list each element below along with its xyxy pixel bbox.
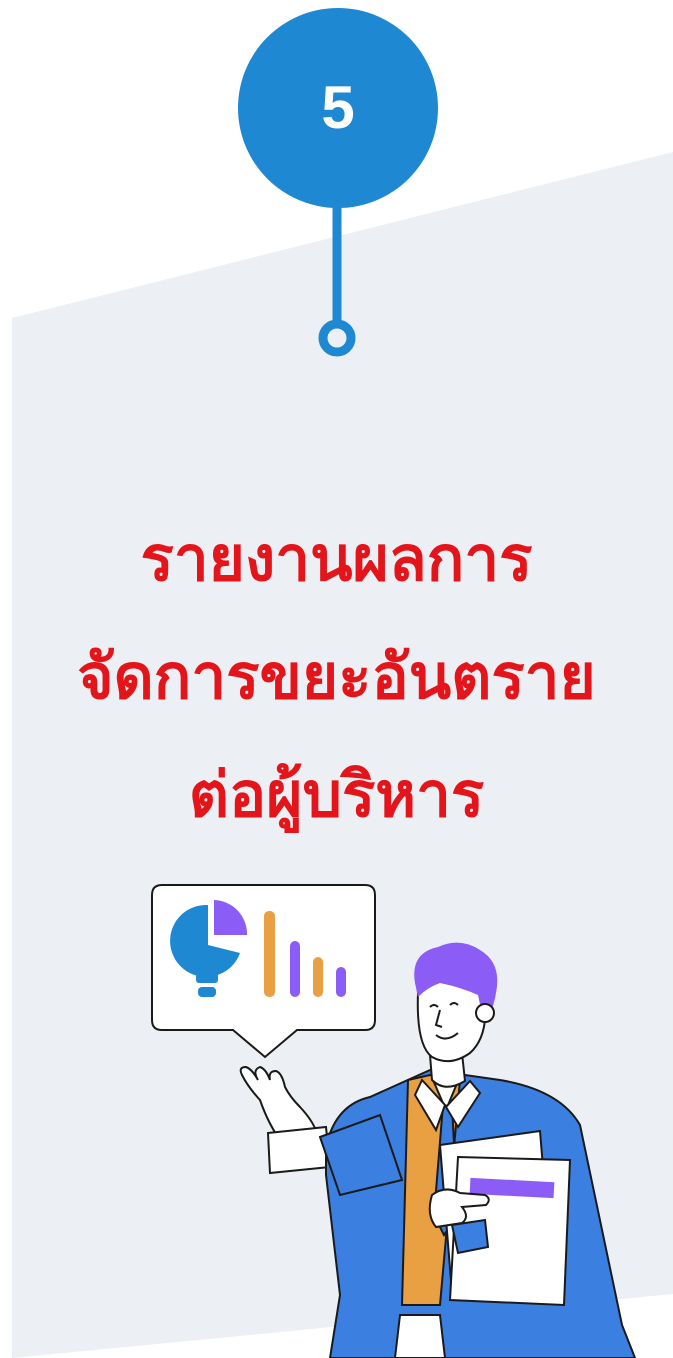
speech-bubble bbox=[151, 884, 376, 1059]
title-line-1: รายงานผลการ bbox=[140, 522, 533, 595]
title-line-2: จัดการขยะอันตราย bbox=[77, 640, 596, 713]
step-number: 5 bbox=[321, 74, 355, 141]
title-line-3: ต่อผู้บริหาร bbox=[188, 758, 485, 831]
page-title: รายงานผลการ จัดการขยะอันตราย ต่อผู้บริหา… bbox=[0, 500, 673, 854]
presenter-illustration bbox=[151, 884, 637, 1358]
connector-dot bbox=[318, 319, 356, 357]
raised-hand bbox=[239, 1065, 332, 1175]
step-badge: 5 bbox=[238, 8, 438, 208]
person-head bbox=[414, 942, 498, 1088]
